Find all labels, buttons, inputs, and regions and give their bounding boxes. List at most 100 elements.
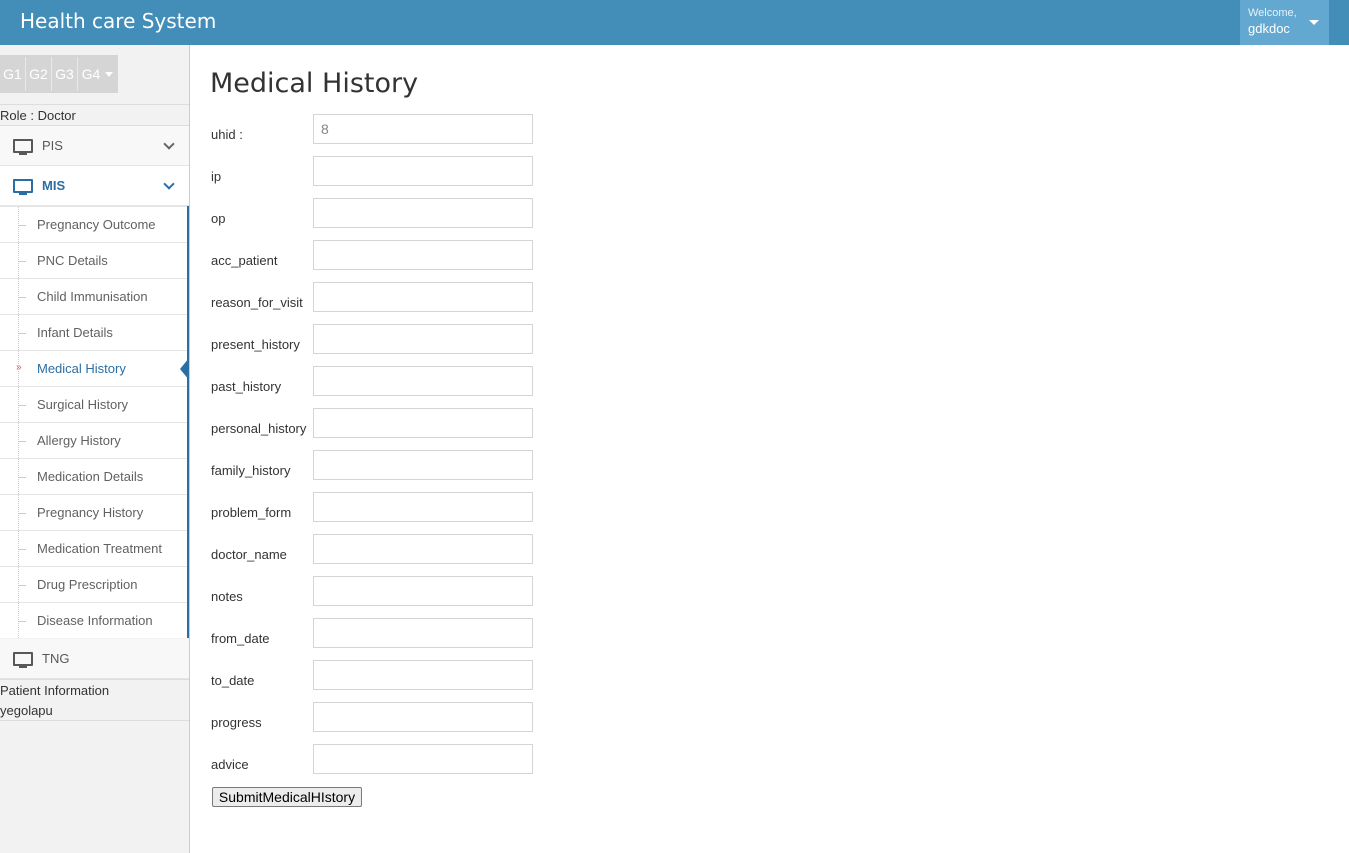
active-indicator-icon — [180, 358, 189, 380]
caret-down-icon — [1309, 20, 1319, 25]
nav-item-mis[interactable]: MIS — [0, 166, 189, 206]
submit-medical-history-button[interactable]: SubmitMedicalHIstory — [212, 787, 362, 807]
submenu-tick — [19, 441, 26, 442]
op-label: op — [211, 211, 226, 226]
family-history-label: family_history — [211, 463, 291, 478]
role-row: Role : Doctor — [0, 104, 189, 126]
nav-item-pis[interactable]: PIS — [0, 126, 189, 166]
caret-down-icon[interactable] — [105, 72, 113, 77]
past-history-label: past_history — [211, 379, 282, 394]
submenu-item-label: Medication Treatment — [37, 541, 163, 556]
ip-label: ip — [211, 169, 222, 184]
form-row-op: op — [211, 198, 541, 228]
past-history-input[interactable] — [313, 366, 533, 396]
submenu-tick — [19, 585, 26, 586]
submenu-item-drug-prescription[interactable]: Drug Prescription — [0, 566, 187, 602]
form-row-present-history: present_history — [211, 324, 541, 354]
submenu-item-surgical-history[interactable]: Surgical History — [0, 386, 187, 422]
submenu-item-label: Surgical History — [37, 397, 129, 412]
submenu-tick — [19, 621, 26, 622]
chevron-down-icon — [163, 178, 175, 190]
desktop-icon — [13, 652, 33, 668]
problem-form-label: problem_form — [211, 505, 292, 520]
submenu-item-pregnancy-outcome[interactable]: Pregnancy Outcome — [0, 206, 187, 242]
submenu-item-label: Medical History — [37, 361, 126, 376]
submenu-item-medication-details[interactable]: Medication Details — [0, 458, 187, 494]
submenu-item-label: Allergy History — [37, 433, 121, 448]
family-history-input[interactable] — [313, 450, 533, 480]
uhid-input[interactable] — [313, 114, 533, 144]
submenu-item-label: Drug Prescription — [37, 577, 138, 592]
double-chevron-right-icon: » — [16, 362, 22, 373]
sidebar-shortcuts: G1 G2 G3 G4 — [0, 55, 118, 93]
notes-input[interactable] — [313, 576, 533, 606]
submenu-tick — [19, 513, 26, 514]
present-history-label: present_history — [211, 337, 300, 352]
submenu-item-label: Medication Details — [37, 469, 144, 484]
shortcut-g3-button[interactable]: G3 — [52, 55, 77, 93]
app-brand[interactable]: Health care System — [20, 9, 216, 33]
submenu-tick — [19, 333, 26, 334]
submenu-item-disease-information[interactable]: Disease Information — [0, 602, 187, 638]
nav-item-label: TNG — [42, 651, 70, 666]
form-row-doctor-name: doctor_name — [211, 534, 541, 564]
submenu-tick — [19, 477, 26, 478]
welcome-label: Welcome, — [1248, 7, 1297, 19]
form-row-personal-history: personal_history — [211, 408, 541, 438]
chevron-down-icon — [163, 138, 175, 150]
submenu-item-label: Pregnancy History — [37, 505, 144, 520]
progress-label: progress — [211, 715, 262, 730]
form-row-ip: ip — [211, 156, 541, 186]
submenu-item-allergy-history[interactable]: Allergy History — [0, 422, 187, 458]
form-row-to-date: to_date — [211, 660, 541, 690]
notes-label: notes — [211, 589, 243, 604]
nav-item-label: MIS — [42, 178, 66, 193]
form-row-reason-for-visit: reason_for_visit — [211, 282, 541, 312]
to-date-input[interactable] — [313, 660, 533, 690]
from-date-label: from_date — [211, 631, 270, 646]
shortcut-g1-button[interactable]: G1 — [0, 55, 25, 93]
mis-submenu: Pregnancy Outcome PNC Details Child Immu… — [0, 206, 189, 638]
submenu-tick — [19, 549, 26, 550]
page-title: Medical History — [210, 68, 419, 99]
submenu-item-child-immunisation[interactable]: Child Immunisation — [0, 278, 187, 314]
submenu-item-label: Disease Information — [37, 613, 153, 628]
shortcut-g4-button[interactable]: G4 — [78, 55, 104, 93]
problem-form-input[interactable] — [313, 492, 533, 522]
user-menu-dropdown[interactable]: Welcome, gdkdoc — [1240, 0, 1329, 45]
reason-for-visit-label: reason_for_visit — [211, 295, 303, 310]
ip-input[interactable] — [313, 156, 533, 186]
doctor-name-input[interactable] — [313, 534, 533, 564]
progress-input[interactable] — [313, 702, 533, 732]
reason-for-visit-input[interactable] — [313, 282, 533, 312]
personal-history-input[interactable] — [313, 408, 533, 438]
submenu-item-medication-treatment[interactable]: Medication Treatment — [0, 530, 187, 566]
form-row-from-date: from_date — [211, 618, 541, 648]
submenu-item-label: Child Immunisation — [37, 289, 148, 304]
patient-info-block: Patient Information yegolapu — [0, 679, 189, 721]
patient-info-label: Patient Information — [0, 683, 110, 698]
submenu-item-pnc-details[interactable]: PNC Details — [0, 242, 187, 278]
acc-patient-label: acc_patient — [211, 253, 278, 268]
submenu-tick — [19, 405, 26, 406]
personal-history-label: personal_history — [211, 421, 307, 436]
patient-name: yegolapu — [0, 703, 53, 718]
submenu-item-pregnancy-history[interactable]: Pregnancy History — [0, 494, 187, 530]
submenu-tick — [19, 225, 26, 226]
acc-patient-input[interactable] — [313, 240, 533, 270]
present-history-input[interactable] — [313, 324, 533, 354]
form-row-acc-patient: acc_patient — [211, 240, 541, 270]
doctor-name-label: doctor_name — [211, 547, 287, 562]
shortcut-g2-button[interactable]: G2 — [26, 55, 51, 93]
submenu-item-label: Pregnancy Outcome — [37, 217, 156, 232]
form-row-family-history: family_history — [211, 450, 541, 480]
submenu-item-infant-details[interactable]: Infant Details — [0, 314, 187, 350]
submenu-item-medical-history[interactable]: » Medical History — [0, 350, 189, 386]
from-date-input[interactable] — [313, 618, 533, 648]
form-row-uhid: uhid : — [211, 114, 541, 144]
advice-input[interactable] — [313, 744, 533, 774]
nav-item-tng[interactable]: TNG — [0, 639, 189, 679]
username-label: gdkdoc — [1248, 21, 1290, 36]
advice-label: advice — [211, 757, 249, 772]
op-input[interactable] — [313, 198, 533, 228]
